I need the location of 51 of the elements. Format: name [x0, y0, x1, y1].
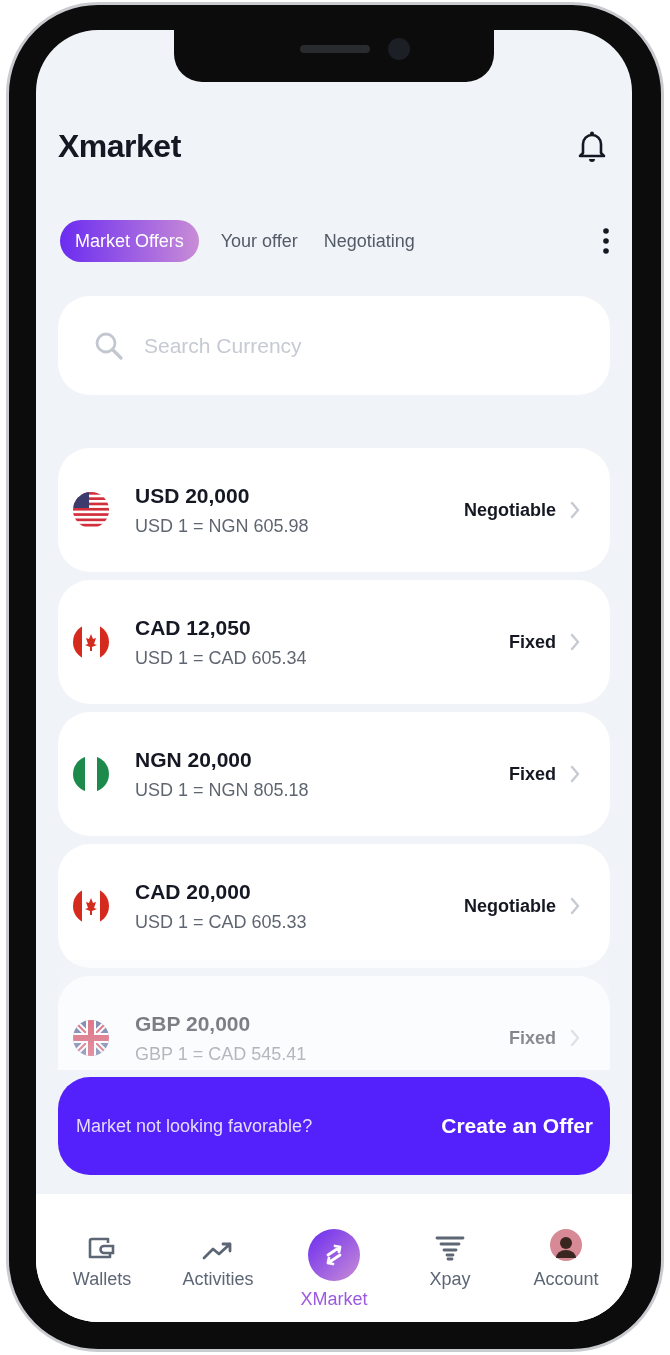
offer-terms: Negotiable [464, 499, 556, 521]
us-flag-icon [73, 492, 109, 528]
offer-terms: Fixed [509, 763, 556, 785]
chevron-right-icon [570, 501, 580, 519]
offer-amount: CAD 20,000 [135, 879, 252, 904]
nav-tab[interactable]: Xpay [429, 1269, 471, 1290]
offer-amount: NGN 20,000 [135, 747, 253, 772]
nav-tab[interactable]: Activities [182, 1269, 254, 1290]
exchange-rate: USD 1 = NGN 605.98 [135, 515, 309, 537]
exchange-rate: USD 1 = CAD 605.33 [135, 911, 307, 933]
more-options-icon[interactable] [602, 228, 610, 254]
chevron-right-icon [570, 897, 580, 915]
filter-tab[interactable]: Negotiating [319, 220, 419, 262]
chevron-right-icon [570, 633, 580, 651]
offer-card[interactable]: CAD 20,000 USD 1 = CAD 605.33 Negotiable [58, 844, 610, 968]
app-title: Xmarket [58, 127, 181, 165]
offer-amount: USD 20,000 [135, 483, 251, 508]
trend-up-icon[interactable] [202, 1241, 234, 1261]
offer-card[interactable]: CAD 12,050 USD 1 = CAD 605.34 Fixed [58, 580, 610, 704]
offer-amount: CAD 12,050 [135, 615, 252, 640]
chevron-right-icon [570, 1029, 580, 1047]
offer-card[interactable]: NGN 20,000 USD 1 = NGN 805.18 Fixed [58, 712, 610, 836]
nav-tab[interactable]: Wallets [72, 1269, 132, 1290]
notification-bell-icon[interactable] [578, 130, 606, 162]
create-offer-button[interactable]: Create an Offer [441, 1114, 593, 1138]
offer-terms: Negotiable [464, 895, 556, 917]
search-field[interactable]: Search Currency [58, 296, 610, 395]
offer-terms: Fixed [509, 1027, 556, 1049]
chevron-right-icon [570, 765, 580, 783]
canada-flag-icon [73, 888, 109, 924]
offer-card[interactable]: USD 20,000 USD 1 = NGN 605.98 Negotiable [58, 448, 610, 572]
exchange-rate: USD 1 = CAD 605.34 [135, 647, 307, 669]
offer-terms: Fixed [509, 631, 556, 653]
filter-tab[interactable]: Market Offers [60, 220, 199, 262]
offer-amount: GBP 20,000 [135, 1011, 252, 1036]
wallet-icon[interactable] [88, 1235, 116, 1261]
filter-tab[interactable]: Your offer [216, 220, 302, 262]
speaker-grille [300, 45, 370, 53]
nav-tab[interactable]: Account [533, 1269, 599, 1290]
exchange-rate: GBP 1 = CAD 545.41 [135, 1043, 307, 1065]
swap-arrows-icon[interactable] [308, 1229, 360, 1281]
exchange-rate: USD 1 = NGN 805.18 [135, 779, 309, 801]
nigeria-flag-icon [73, 756, 109, 792]
banner-message: Market not looking favorable? [76, 1115, 313, 1137]
avatar-icon[interactable] [550, 1229, 582, 1261]
nav-tab[interactable]: XMarket [300, 1289, 368, 1310]
canada-flag-icon [73, 624, 109, 660]
filter-lines-icon[interactable] [435, 1235, 465, 1261]
uk-flag-icon [73, 1020, 109, 1056]
offer-card[interactable]: GBP 20,000 GBP 1 = CAD 545.41 Fixed [58, 976, 610, 1070]
camera-lens [388, 38, 410, 60]
